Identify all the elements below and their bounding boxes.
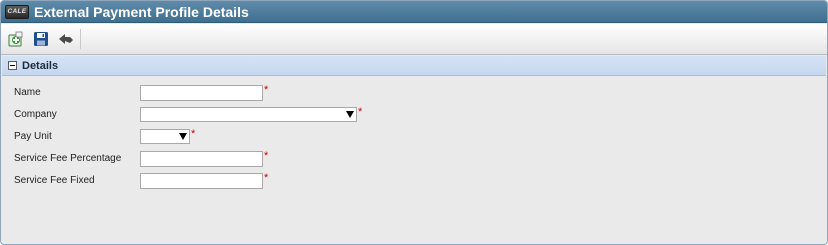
title-bar: CALE External Payment Profile Details [1, 1, 827, 23]
details-section-header[interactable]: Details [2, 56, 826, 76]
add-button[interactable] [6, 29, 26, 49]
dropdown-arrow-icon[interactable] [346, 111, 354, 118]
collapse-icon[interactable] [8, 61, 17, 70]
section-title: Details [22, 59, 59, 72]
toolbar [1, 24, 827, 55]
window: CALE External Payment Profile Details De… [0, 0, 828, 245]
name-input[interactable] [140, 85, 263, 101]
service-fee-percentage-label: Service Fee Percentage [14, 153, 122, 164]
back-icon [59, 34, 73, 44]
required-marker: * [191, 128, 196, 140]
service-fee-fixed-label: Service Fee Fixed [14, 175, 95, 186]
required-marker: * [264, 150, 269, 162]
pay-unit-select[interactable] [140, 129, 190, 144]
service-fee-fixed-input[interactable] [140, 173, 263, 189]
company-select[interactable] [140, 107, 357, 122]
page-title: External Payment Profile Details [34, 3, 249, 20]
form-row-pay-unit: Pay Unit * [1, 128, 827, 146]
required-marker: * [358, 106, 363, 118]
service-fee-percentage-input[interactable] [140, 151, 263, 167]
company-label: Company [14, 109, 57, 120]
form-row-service-fee-percentage: Service Fee Percentage * [1, 150, 827, 168]
required-marker: * [264, 84, 269, 96]
pay-unit-label: Pay Unit [14, 131, 52, 142]
required-marker: * [264, 172, 269, 184]
form-row-company: Company * [1, 106, 827, 124]
dropdown-arrow-icon[interactable] [179, 133, 187, 140]
toolbar-separator [80, 29, 81, 49]
save-icon [34, 32, 48, 46]
save-button[interactable] [31, 29, 51, 49]
name-label: Name [14, 87, 41, 98]
form-row-name: Name * [1, 84, 827, 102]
add-icon [8, 31, 23, 47]
back-button[interactable] [56, 29, 76, 49]
form-row-service-fee-fixed: Service Fee Fixed * [1, 172, 827, 190]
cale-logo: CALE [5, 4, 29, 19]
